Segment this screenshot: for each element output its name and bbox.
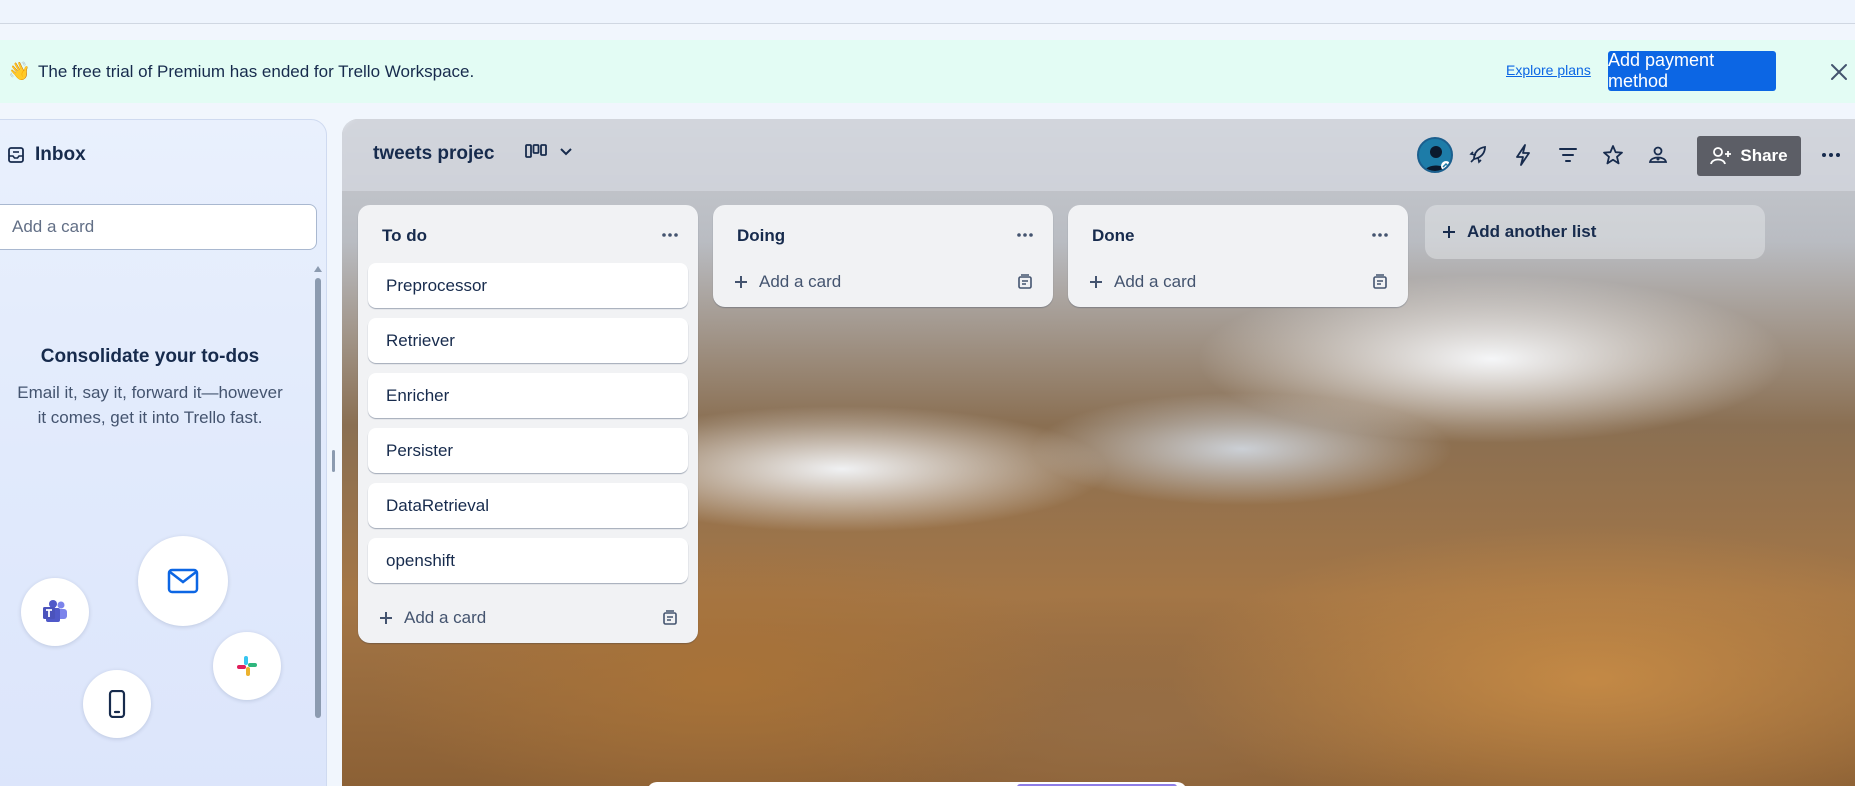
list-menu-dots-icon[interactable] <box>658 223 682 247</box>
panel-resize-handle[interactable] <box>332 450 335 472</box>
microsoft-teams-icon <box>41 599 69 625</box>
consolidate-title: Consolidate your to-dos <box>40 346 260 367</box>
card[interactable]: Enricher <box>368 373 688 418</box>
add-payment-method-button[interactable]: Add payment method <box>1608 50 1776 91</box>
slack-integration-button[interactable] <box>213 632 281 700</box>
card[interactable]: openshift <box>368 538 688 583</box>
board-view-icon <box>525 144 547 160</box>
add-card-label: Add a card <box>404 608 487 627</box>
teams-integration-button[interactable] <box>21 578 89 646</box>
mobile-phone-icon <box>108 690 126 718</box>
inbox-title: Inbox <box>35 144 86 165</box>
slack-icon <box>236 655 258 677</box>
add-member-icon <box>1710 146 1732 166</box>
list-to-do: To do Preprocessor Retriever Enricher Pe… <box>358 205 698 643</box>
star-board-button[interactable] <box>1595 137 1631 173</box>
more-dots-icon <box>1821 152 1841 158</box>
list-menu-dots-icon[interactable] <box>1368 223 1392 247</box>
card-template-icon[interactable] <box>1017 274 1033 290</box>
board-menu-button[interactable] <box>1813 137 1849 173</box>
list-title[interactable]: To do <box>382 226 427 246</box>
add-card-button[interactable]: Add a card <box>358 593 698 643</box>
explore-plans-link[interactable]: Explore plans <box>1506 62 1591 78</box>
plus-icon <box>378 610 394 626</box>
plus-icon <box>1088 274 1104 290</box>
bottom-toolbar[interactable] <box>647 782 1187 786</box>
add-card-button[interactable]: Add a card <box>1068 257 1408 307</box>
card[interactable]: DataRetrieval <box>368 483 688 528</box>
list-doing: Doing Add a card <box>713 205 1053 307</box>
add-card-button[interactable]: Add a card <box>713 257 1053 307</box>
card[interactable]: Persister <box>368 428 688 473</box>
board-title[interactable]: tweets projec <box>373 143 494 165</box>
list-header: To do <box>358 205 698 263</box>
chevron-down-icon <box>559 147 573 157</box>
add-list-label: Add another list <box>1467 222 1597 241</box>
power-ups-button[interactable] <box>1460 137 1496 173</box>
card-template-icon[interactable] <box>1372 274 1388 290</box>
mobile-integration-button[interactable] <box>83 670 151 738</box>
scrollbar-thumb[interactable] <box>315 278 321 718</box>
card-template-icon[interactable] <box>662 610 678 626</box>
rocket-icon <box>1467 144 1489 166</box>
list-header: Done <box>1068 205 1408 263</box>
list-done: Done Add a card <box>1068 205 1408 307</box>
inbox-header: Inbox <box>7 144 86 166</box>
member-avatar[interactable] <box>1417 137 1453 173</box>
visibility-button[interactable] <box>1640 137 1676 173</box>
waving-hand-icon: 👋 <box>8 61 31 81</box>
filter-icon <box>1558 147 1578 163</box>
inbox-icon <box>7 146 25 164</box>
add-another-list-button[interactable]: Add another list <box>1425 205 1765 259</box>
close-icon[interactable] <box>1828 61 1850 83</box>
scroll-up-arrow-icon[interactable] <box>314 266 322 272</box>
inbox-scrollbar[interactable] <box>314 266 322 726</box>
workspace-visibility-icon <box>1647 145 1669 165</box>
share-label: Share <box>1740 146 1788 165</box>
add-card-label: Add a card <box>1114 272 1197 291</box>
list-title[interactable]: Doing <box>737 226 785 246</box>
share-button[interactable]: Share <box>1697 136 1801 176</box>
add-card-label: Add a card <box>759 272 842 291</box>
browser-top-strip <box>0 0 1855 24</box>
list-menu-dots-icon[interactable] <box>1013 223 1037 247</box>
star-icon <box>1602 144 1624 166</box>
plus-icon <box>733 274 749 290</box>
board-view-switcher[interactable] <box>525 144 573 160</box>
consolidate-description: Email it, say it, forward it—however it … <box>17 383 283 427</box>
email-integration-button[interactable] <box>138 536 228 626</box>
automation-button[interactable] <box>1505 137 1541 173</box>
card[interactable]: Retriever <box>368 318 688 363</box>
email-icon <box>167 568 199 594</box>
lightning-icon <box>1514 144 1532 166</box>
board-canvas: tweets projec Share To do Preprocessor R… <box>342 119 1855 786</box>
card[interactable]: Preprocessor <box>368 263 688 308</box>
plus-icon <box>1441 224 1457 240</box>
inbox-add-card-input[interactable]: Add a card <box>0 204 317 250</box>
trial-message: The free trial of Premium has ended for … <box>38 61 475 81</box>
filter-button[interactable] <box>1550 137 1586 173</box>
list-header: Doing <box>713 205 1053 263</box>
list-title[interactable]: Done <box>1092 226 1135 246</box>
trial-banner: 👋 The free trial of Premium has ended fo… <box>0 40 1855 103</box>
inbox-panel: Inbox Add a card Consolidate your to-dos… <box>0 119 335 786</box>
